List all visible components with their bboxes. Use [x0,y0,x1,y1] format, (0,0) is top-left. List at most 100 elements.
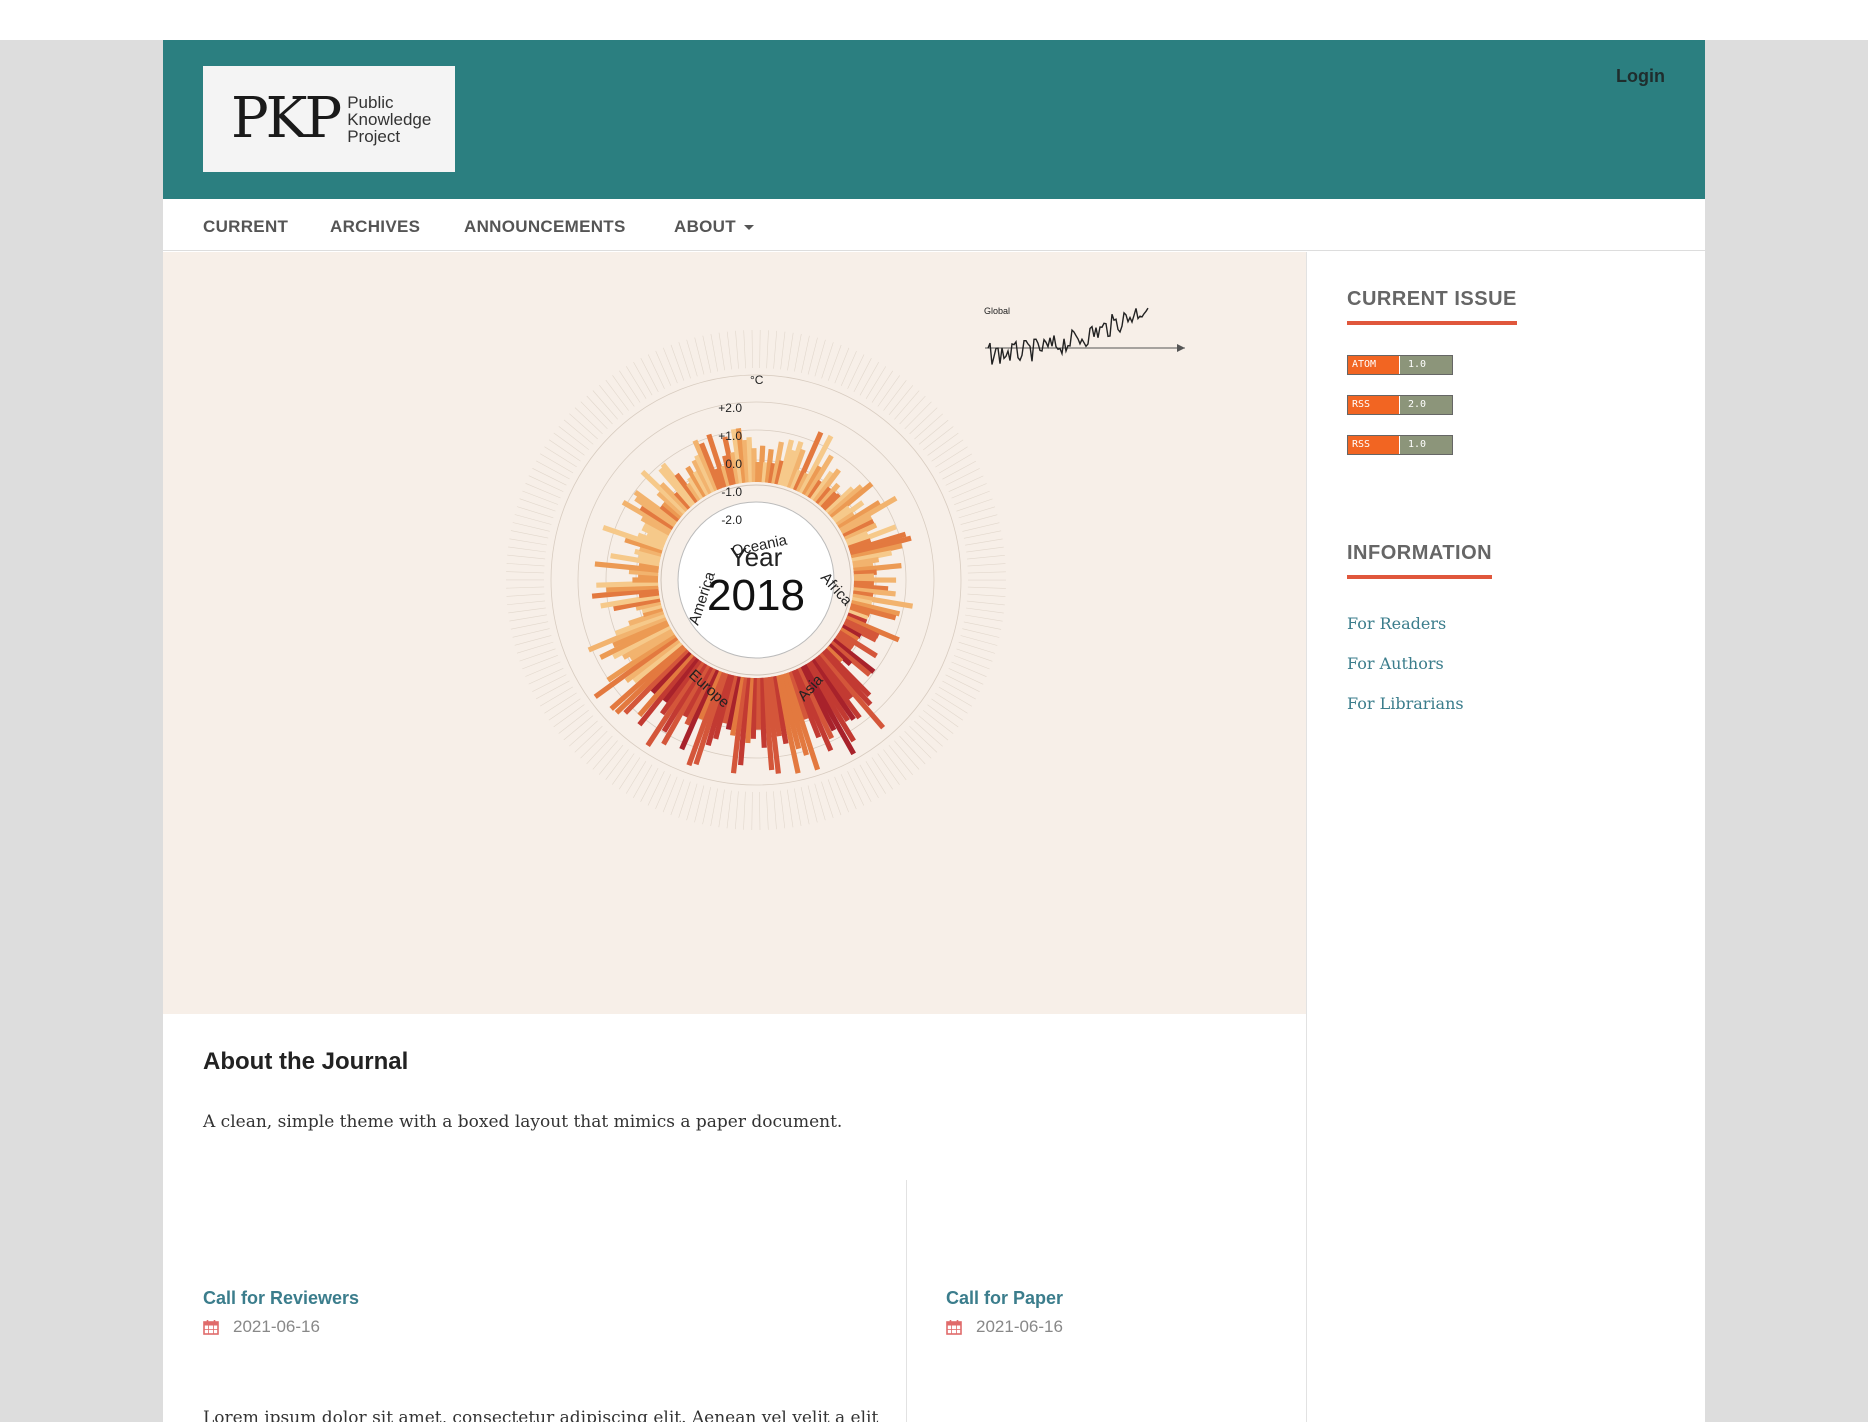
homepage-image: Year 2018 °C +2.0 +1.0 0.0 -1.0 -2.0 Oce… [163,252,1307,1014]
label-tick [743,791,746,830]
label-tick [759,329,761,369]
logo-line: Knowledge [347,109,432,129]
label-tick [963,621,1002,630]
label-tick [960,514,998,525]
announcement-date: 2021-06-16 [946,1317,1063,1337]
radial-bar [853,573,874,580]
announcement-title-paper[interactable]: Call for Paper [946,1288,1063,1309]
label-tick [514,635,552,646]
label-tick [800,787,810,825]
rss1-feed-badge[interactable]: RSS 1.0 [1347,435,1453,455]
label-tick [532,468,567,486]
label-tick [506,593,545,597]
label-tick [953,655,990,670]
primary-nav: CURRENT ARCHIVES ANNOUNCEMENTS ABOUT [163,199,1705,251]
announcement-divider [906,1180,907,1422]
label-tick [625,761,647,794]
radial-bar [758,677,767,748]
label-tick [904,730,932,759]
label-tick [794,788,802,826]
label-tick [509,538,547,546]
label-tick [942,680,976,700]
label-tick [967,586,1006,589]
label-tick [548,698,581,721]
label-tick [619,370,641,403]
link-for-readers[interactable]: For Readers [1347,614,1446,633]
label-tick [883,749,907,781]
label-tick [626,366,647,399]
label-tick [951,483,987,499]
label-tick [834,776,849,813]
label-tick [859,362,879,396]
label-tick [743,330,746,369]
atom-feed-badge[interactable]: ATOM 1.0 [1347,355,1453,375]
label-tick [540,453,574,474]
announcement-title-reviewers[interactable]: Call for Reviewers [203,1288,359,1309]
label-tick [548,439,581,462]
label-tick [718,332,725,371]
label-tick [847,354,865,389]
scale-label: +2.0 [718,401,742,415]
label-tick [514,514,552,525]
site-logo[interactable]: PKP Public Knowledge Project [203,66,455,172]
label-tick [807,337,818,375]
label-tick [599,385,624,415]
label-tick [563,419,594,445]
label-tick [942,460,977,480]
information-heading: INFORMATION [1347,542,1493,579]
link-for-librarians[interactable]: For Librarians [1347,694,1464,713]
radial-bar [853,569,877,577]
calendar-icon [203,1320,219,1335]
label-tick [726,790,732,829]
label-tick [918,715,949,741]
scale-label: 0.0 [725,457,742,471]
label-tick [827,344,842,381]
feed-key: RSS [1348,436,1400,454]
label-tick [553,704,585,728]
login-link[interactable]: Login [1616,66,1665,87]
label-tick [766,330,769,369]
label-tick [853,358,872,393]
nav-item-about[interactable]: ABOUT [674,217,754,237]
label-tick [967,593,1006,597]
radial-bar [853,580,874,587]
label-tick [735,330,739,369]
announcement-date-text: 2021-06-16 [233,1317,320,1336]
label-tick [945,674,980,692]
label-tick [945,468,980,486]
label-tick [894,740,920,770]
announcement-date-text: 2021-06-16 [976,1317,1063,1336]
scale-label: +1.0 [718,429,742,443]
label-tick [507,600,546,605]
label-tick [525,661,561,677]
label-tick [962,628,1000,638]
label-tick [751,791,753,831]
label-tick [877,753,900,785]
arrow-right-icon [1177,344,1185,352]
label-tick [787,332,794,371]
logo-text: Public Knowledge Project [347,94,431,145]
label-tick [508,546,546,553]
nav-item-archives[interactable]: ARCHIVES [330,217,420,237]
label-tick [951,661,987,677]
nav-item-current[interactable]: CURRENT [203,217,288,237]
scale-label: -1.0 [721,485,742,499]
label-tick [507,554,546,560]
label-tick [773,330,777,369]
label-tick [605,749,629,780]
label-tick [569,720,598,747]
label-tick [580,401,608,430]
label-tick [647,771,665,806]
rss2-feed-badge[interactable]: RSS 2.0 [1347,395,1453,415]
label-tick [702,787,711,825]
label-tick [655,773,672,810]
label-tick [506,571,545,574]
label-tick [840,350,857,387]
radial-bar [750,677,757,739]
radial-bar [638,573,659,580]
label-tick [938,453,973,474]
link-for-authors[interactable]: For Authors [1347,654,1444,673]
nav-item-announcements[interactable]: ANNOUNCEMENTS [464,217,626,237]
label-tick [914,720,943,747]
feed-version: 1.0 [1400,356,1452,374]
